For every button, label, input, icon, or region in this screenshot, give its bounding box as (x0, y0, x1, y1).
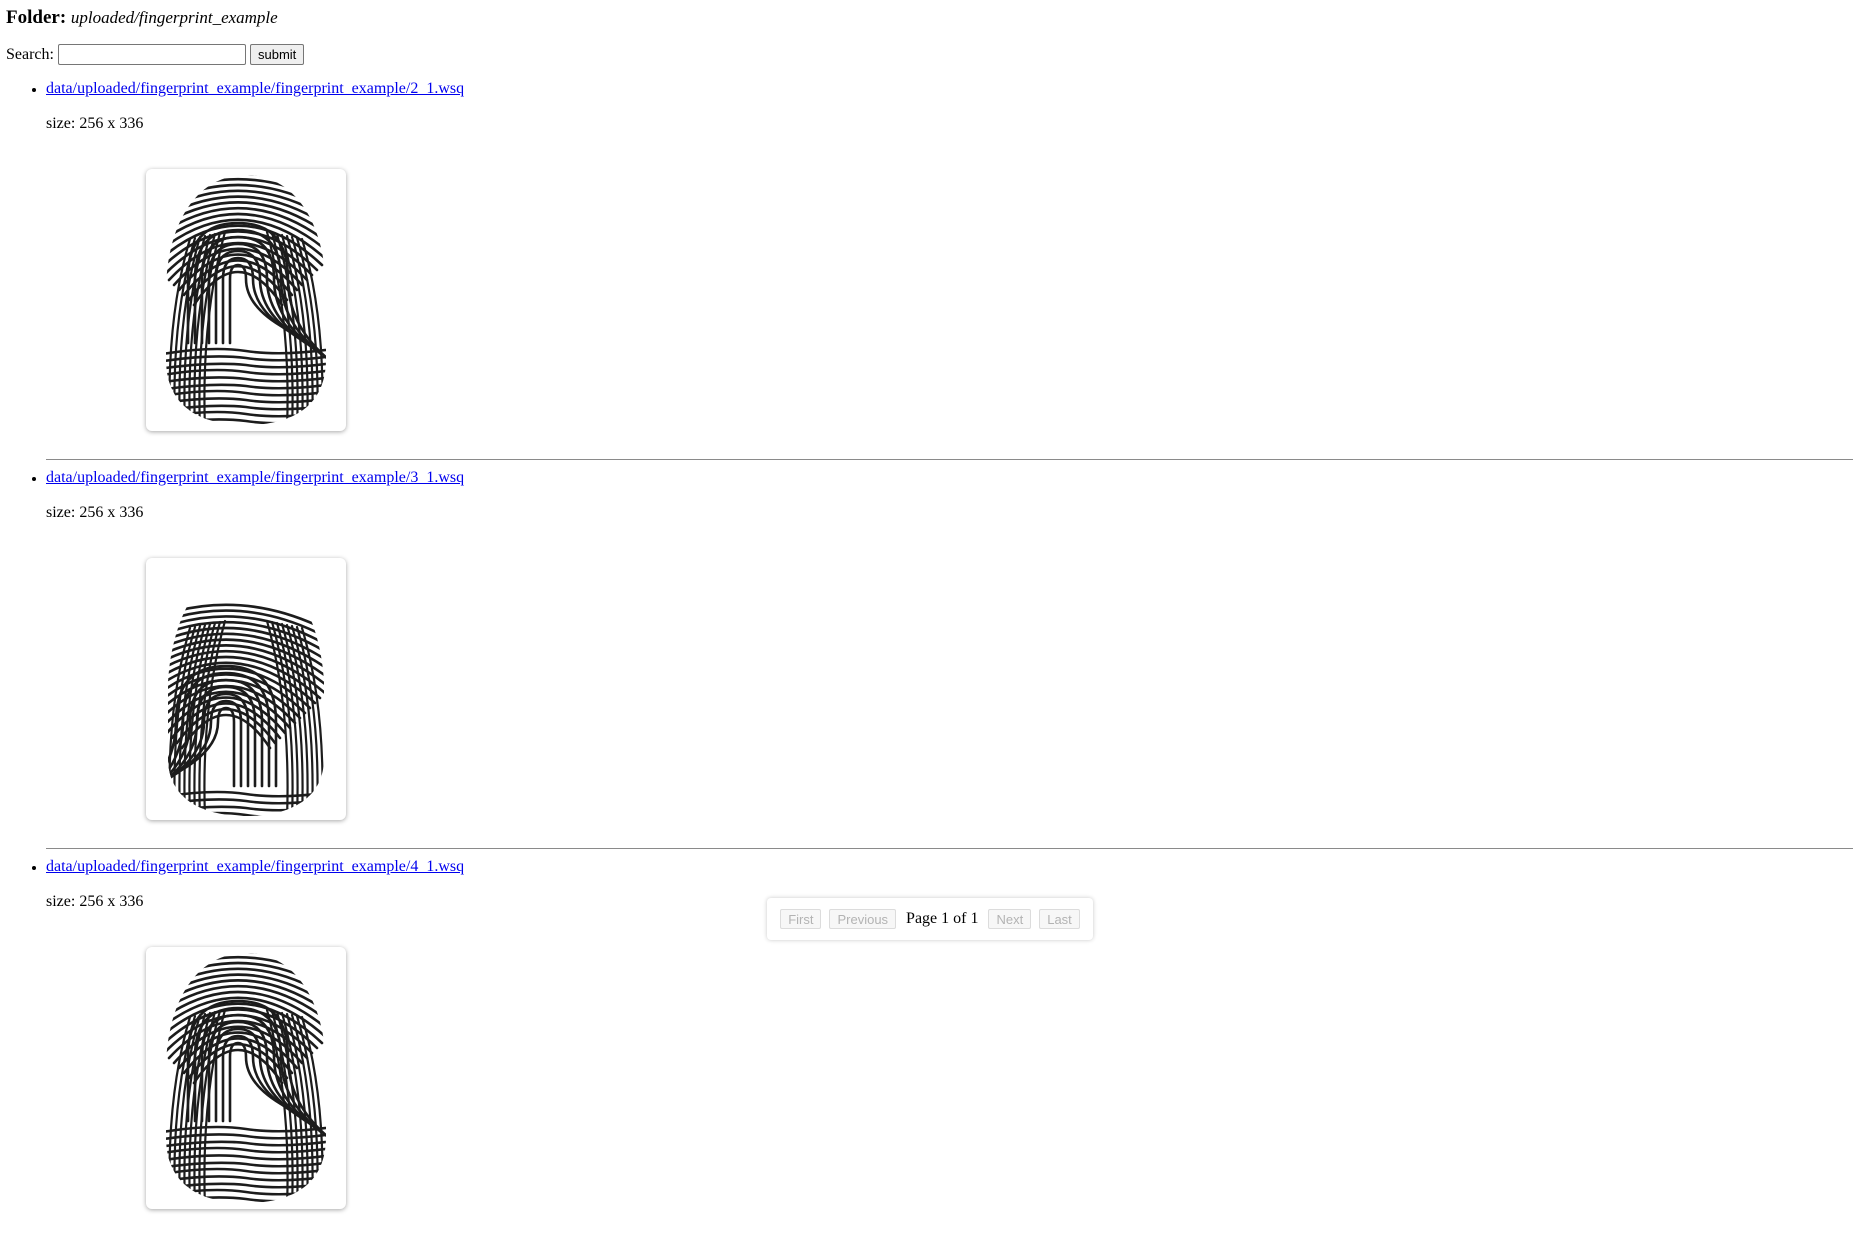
fingerprint-ridge (166, 1200, 326, 1203)
fingerprint-ridge (166, 387, 326, 401)
file-size: size: 256 x 336 (46, 504, 144, 521)
fingerprint-ridge (166, 1186, 326, 1200)
fingerprint-ridge (166, 380, 326, 394)
fingerprint-image (146, 603, 346, 820)
fingerprint-thumbnail[interactable] (146, 169, 346, 431)
page-indicator: Page 1 of 1 (906, 910, 979, 927)
fingerprint-ridge (168, 795, 324, 809)
previous-page-button[interactable]: Previous (829, 909, 897, 929)
search-input[interactable] (57, 44, 246, 65)
fingerprint-image (166, 175, 326, 425)
fingerprint-ridge (166, 394, 326, 408)
fingerprint-ridge (168, 809, 324, 816)
fingerprint-ridge (166, 422, 326, 425)
fingerprint-ridge (166, 1151, 326, 1165)
fingerprint-thumbnail[interactable] (146, 558, 346, 820)
divider (46, 459, 1853, 460)
fingerprint-ridge (166, 373, 326, 387)
first-page-button[interactable]: First (780, 909, 822, 929)
file-size: size: 256 x 336 (46, 893, 144, 910)
file-list: data/uploaded/fingerprint_example/finger… (46, 78, 1853, 1245)
fingerprint-ridge (166, 1158, 326, 1172)
fingerprint-ridge (168, 802, 324, 816)
fingerprint-ridge (166, 415, 326, 425)
file-size: size: 256 x 336 (46, 115, 144, 132)
folder-header: Folder: uploaded/fingerprint_example (6, 6, 278, 30)
fingerprint-ridge (166, 1172, 326, 1186)
folder-label: Folder: (6, 7, 67, 28)
fingerprint-ridge (166, 1193, 326, 1203)
pagination-bar: First Previous Page 1 of 1 Next Last (767, 898, 1093, 940)
file-link[interactable]: data/uploaded/fingerprint_example/finger… (46, 856, 1853, 878)
file-item: data/uploaded/fingerprint_example/finger… (46, 467, 1853, 856)
fingerprint-ridge (166, 1165, 326, 1179)
folder-path: uploaded/fingerprint_example (70, 8, 278, 27)
fingerprint-ridge (166, 1179, 326, 1193)
fingerprint-ridge (166, 401, 326, 415)
file-link[interactable]: data/uploaded/fingerprint_example/finger… (46, 78, 1853, 100)
fingerprint-ridge (168, 788, 324, 802)
file-link[interactable]: data/uploaded/fingerprint_example/finger… (46, 467, 1853, 489)
search-form: Search: submit (6, 44, 305, 65)
search-label: Search: (6, 45, 54, 63)
submit-button[interactable]: submit (249, 44, 305, 65)
divider (46, 848, 1853, 849)
file-item: data/uploaded/fingerprint_example/finger… (46, 78, 1853, 467)
fingerprint-thumbnail[interactable] (146, 947, 346, 1209)
fingerprint-ridge (146, 818, 346, 820)
next-page-button[interactable]: Next (988, 909, 1032, 929)
last-page-button[interactable]: Last (1039, 909, 1080, 929)
fingerprint-ridge (166, 408, 326, 422)
fingerprint-image (166, 953, 326, 1203)
